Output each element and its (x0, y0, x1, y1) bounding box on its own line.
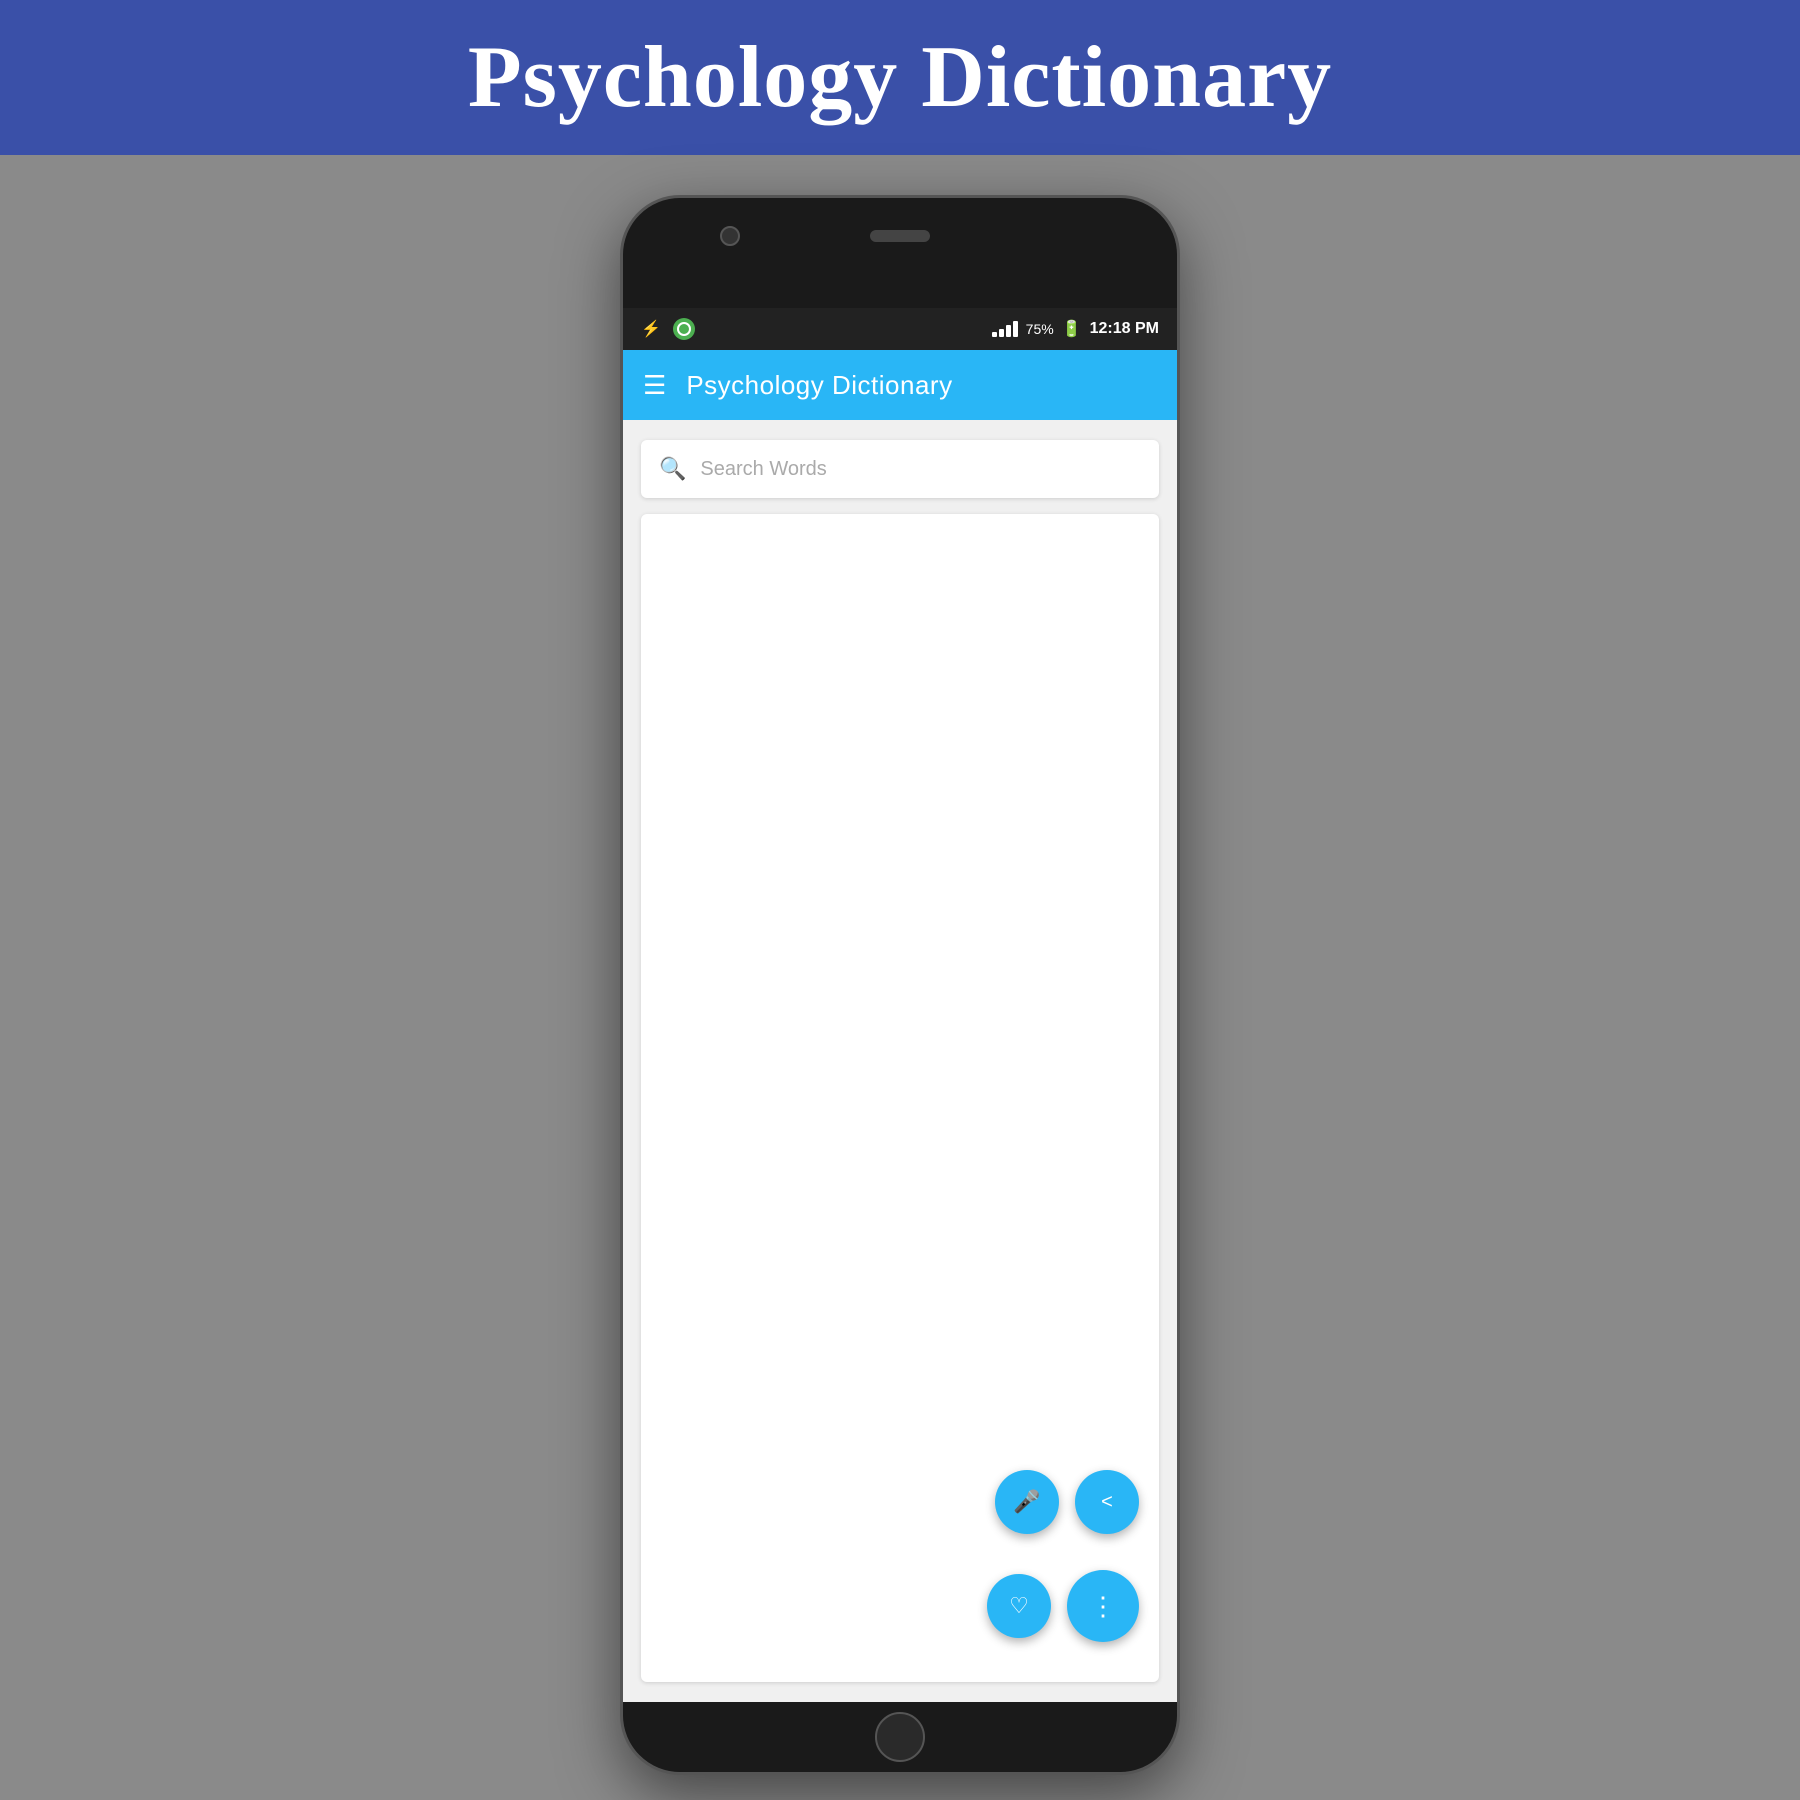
battery-icon: 🔋 (1062, 319, 1082, 339)
signal-bar-4 (1013, 321, 1018, 337)
content-card: 🎤 < ♡ ⋮ (641, 514, 1159, 1682)
signal-icon (992, 321, 1018, 337)
signal-bar-3 (1006, 325, 1011, 337)
signal-bar-1 (992, 332, 997, 337)
app-bar-title: Psychology Dictionary (686, 370, 952, 401)
phone-mockup: ⚡ 75% 🔋 12:18 PM ☰ Psychology Dictionary (620, 195, 1180, 1775)
location-icon (673, 318, 695, 340)
favorite-button[interactable]: ♡ (987, 1574, 1051, 1638)
fab-row-bottom: ♡ ⋮ (987, 1570, 1139, 1642)
fab-row-top: 🎤 < (995, 1470, 1139, 1534)
screen-content: 🔍 Search Words 🎤 < (623, 420, 1177, 1702)
search-bar[interactable]: 🔍 Search Words (641, 440, 1159, 498)
home-button[interactable] (875, 1712, 925, 1762)
speaker (870, 230, 930, 242)
search-placeholder[interactable]: Search Words (700, 458, 826, 481)
search-icon: 🔍 (659, 456, 686, 482)
share-button[interactable]: < (1075, 1470, 1139, 1534)
status-left-icons: ⚡ (641, 318, 695, 340)
fab-container: 🎤 < ♡ ⋮ (987, 1470, 1139, 1642)
phone-top-bezel (623, 198, 1177, 308)
power-button (1177, 518, 1180, 618)
signal-bar-2 (999, 329, 1004, 337)
status-right-icons: 75% 🔋 12:18 PM (992, 319, 1159, 339)
main-area: ⚡ 75% 🔋 12:18 PM ☰ Psychology Dictionary (0, 155, 1800, 1800)
phone-bottom-bezel (623, 1702, 1177, 1772)
battery-text: 75% (1026, 321, 1054, 337)
banner-title: Psychology Dictionary (468, 27, 1332, 128)
hamburger-menu-icon[interactable]: ☰ (643, 370, 666, 401)
app-bar: ☰ Psychology Dictionary (623, 350, 1177, 420)
front-camera (720, 226, 740, 246)
usb-icon: ⚡ (641, 319, 661, 339)
top-banner: Psychology Dictionary (0, 0, 1800, 155)
time-display: 12:18 PM (1090, 320, 1159, 338)
mic-button[interactable]: 🎤 (995, 1470, 1059, 1534)
more-options-button[interactable]: ⋮ (1067, 1570, 1139, 1642)
status-bar: ⚡ 75% 🔋 12:18 PM (623, 308, 1177, 350)
